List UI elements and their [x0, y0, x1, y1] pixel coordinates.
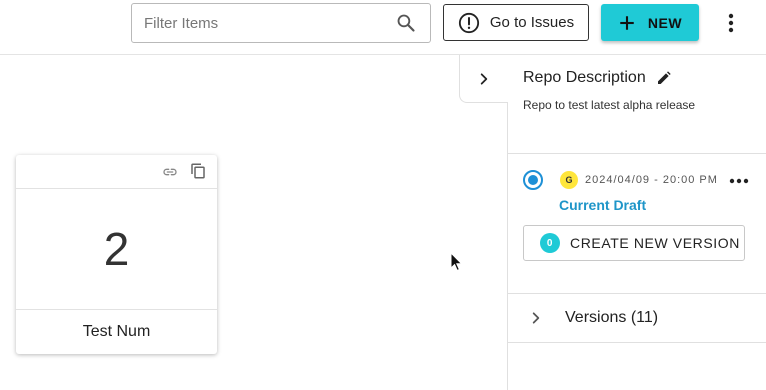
- user-avatar-badge: G: [560, 171, 578, 189]
- chevron-right-icon: [480, 72, 488, 85]
- filter-field[interactable]: [131, 3, 431, 43]
- alert-circle-icon: [458, 12, 479, 33]
- versions-label: Versions (11): [565, 309, 659, 326]
- more-options-button[interactable]: [720, 10, 742, 36]
- version-timestamp: 2024/04/09 - 20:00 PM: [585, 174, 718, 186]
- repo-description-text: Repo to test latest alpha release: [523, 98, 696, 112]
- divider: [508, 153, 766, 154]
- pending-count-badge: 0: [540, 233, 560, 253]
- link-icon[interactable]: [162, 164, 178, 180]
- search-icon[interactable]: [396, 13, 416, 33]
- version-radio[interactable]: [523, 170, 543, 190]
- plus-icon: [620, 15, 634, 30]
- card-value: 2: [16, 189, 217, 310]
- card-header: [16, 155, 217, 189]
- create-new-version-label: CREATE NEW VERSION: [570, 235, 741, 251]
- cursor-icon: [450, 252, 463, 272]
- edit-icon[interactable]: [656, 70, 672, 86]
- card-label: Test Num: [82, 322, 151, 340]
- more-vertical-icon: [728, 13, 734, 33]
- chevron-right-icon: [532, 312, 540, 324]
- current-draft-link[interactable]: Current Draft: [559, 197, 646, 213]
- new-button[interactable]: NEW: [601, 4, 699, 41]
- copy-icon[interactable]: [189, 162, 207, 180]
- go-to-issues-label: Go to Issues: [489, 14, 575, 31]
- repo-description-title: Repo Description: [523, 69, 646, 86]
- divider: [508, 293, 766, 294]
- collapse-panel-button[interactable]: [459, 55, 508, 103]
- versions-expander[interactable]: Versions (11): [523, 305, 753, 331]
- go-to-issues-button[interactable]: Go to Issues: [443, 4, 589, 41]
- version-more-button[interactable]: [726, 172, 752, 190]
- more-horizontal-icon: [729, 178, 749, 184]
- create-new-version-button[interactable]: 0 CREATE NEW VERSION: [523, 225, 745, 261]
- item-card[interactable]: 2 Test Num: [16, 155, 217, 354]
- new-button-label: NEW: [647, 14, 683, 31]
- top-toolbar: Go to Issues NEW: [0, 0, 766, 55]
- filter-input[interactable]: [144, 14, 384, 32]
- divider: [508, 342, 766, 343]
